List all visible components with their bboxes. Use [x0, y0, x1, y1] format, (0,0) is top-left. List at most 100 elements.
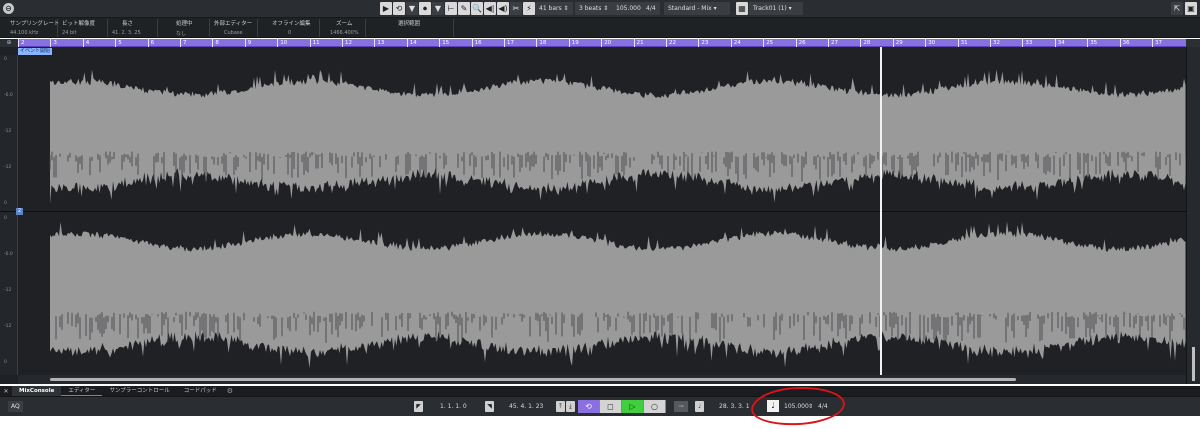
info-label: サンプリングレート — [10, 21, 60, 27]
mode-select[interactable]: Standard - Mix ▾ — [664, 2, 730, 15]
ruler-bar-2: 2 — [18, 39, 25, 47]
rewind-icon[interactable]: ⤒ — [556, 401, 565, 412]
tool-dropdown-2-icon[interactable]: ▼ — [432, 2, 444, 15]
ruler-bar-22: 22 — [666, 39, 676, 47]
info-sample-rate[interactable]: サンプリングレート 44.100 kHz — [6, 19, 60, 37]
signature-value[interactable]: 4/4 — [818, 401, 828, 412]
forward-icon[interactable]: ⤓ — [566, 401, 575, 412]
transport-bar: AQ ◤ 1. 1. 1. 0 ◥ 45. 4. 1. 23 ⤒ ⤓ ⟲ ◻ ▷… — [0, 396, 1200, 416]
ruler-end — [1186, 39, 1200, 47]
ruler-bar-28: 28 — [860, 39, 870, 47]
length-field[interactable]: 41 bars ⇕ — [535, 2, 573, 15]
project-toolbar: ⊖ ▶ ⟲ ▼ ⏺ ▼ ⊢ ✎ 🔍 ◀| ◀) ✂ ⚡ ♩ 41 bars ⇕ … — [0, 0, 1200, 18]
right-locator-value[interactable]: 45. 4. 1. 23 — [509, 401, 543, 412]
ruler-bar-21: 21 — [633, 39, 644, 47]
length-value: 41 bars — [539, 5, 562, 12]
horizontal-scrollbar[interactable] — [18, 375, 1186, 384]
info-selection[interactable]: 選択範囲 — [366, 19, 454, 37]
playback-cursor[interactable] — [880, 47, 882, 375]
info-length[interactable]: 長さ 41. 2. 3. 25 — [108, 19, 158, 37]
track-select[interactable]: Track01 (1) ▾ — [749, 2, 803, 15]
gear-icon[interactable]: ⚙ — [224, 387, 233, 395]
scale-label: 0 — [4, 57, 7, 62]
app-logo-icon[interactable]: ⊖ — [3, 3, 14, 14]
tempo-value[interactable]: 105.000 — [784, 401, 809, 412]
beats-value: 3 beats — [579, 5, 602, 12]
info-zoom[interactable]: ズーム 1466.400% — [320, 19, 366, 37]
pointer-tool-icon[interactable]: ⏺ — [419, 2, 431, 15]
left-locator-flag-icon[interactable]: ◤ — [414, 401, 423, 412]
ruler-add-icon[interactable]: ⊕ — [0, 39, 18, 47]
info-offline-edit[interactable]: オフライン編集 0 — [258, 19, 320, 37]
audio-quantize-button[interactable]: AQ — [8, 401, 23, 412]
tab-chord-pads[interactable]: コードパッド — [177, 386, 224, 396]
right-locator-flag-icon[interactable]: ◥ — [485, 401, 494, 412]
position-display[interactable]: 28. 3. 3. 1 — [719, 401, 750, 412]
snap-tool-icon[interactable]: ⚡ — [523, 2, 535, 15]
signature-field[interactable]: 4/4 — [642, 2, 660, 15]
metronome-icon[interactable]: ♩ — [695, 401, 704, 412]
event-start-marker[interactable]: イベント開始 — [18, 48, 53, 55]
info-label: 外部エディター — [214, 21, 253, 27]
ruler-bar-18: 18 — [536, 39, 546, 47]
scale-label: -12 — [4, 129, 12, 134]
ruler-bar-25: 25 — [763, 39, 773, 47]
vertical-scrollbar[interactable] — [1186, 47, 1200, 384]
info-value: 1466.400% — [330, 30, 359, 36]
info-value: Cubase — [224, 30, 243, 36]
horizontal-scroll-thumb[interactable] — [50, 378, 1016, 381]
draw-tool-icon[interactable]: ⊢ — [445, 2, 457, 15]
vertical-zoom-slider[interactable] — [1192, 347, 1195, 381]
record-button[interactable]: ○ — [644, 400, 666, 413]
tab-editor[interactable]: エディター — [61, 386, 103, 396]
info-bit-depth[interactable]: ビット解像度 24 bit — [58, 19, 108, 37]
ruler-bar-6: 6 — [147, 39, 154, 47]
info-processing[interactable]: 処理中 なし — [158, 19, 210, 37]
range-tool-icon[interactable]: ⟲ — [393, 2, 405, 15]
ruler-bar-23: 23 — [698, 39, 708, 47]
scale-label: 0 — [4, 201, 7, 206]
ruler-bar-19: 19 — [568, 39, 579, 47]
stop-button[interactable]: ◻ — [600, 400, 622, 413]
lower-zone-tabs: ✕ MixConsole エディター サンプラーコントロール コードパッド ⚙ — [0, 386, 1200, 396]
window-layout-icon[interactable]: ▣ — [1185, 2, 1197, 15]
info-external-editor[interactable]: 外部エディター Cubase — [210, 19, 258, 37]
ruler-bar-5: 5 — [115, 39, 122, 47]
ruler-bar-15: 15 — [439, 39, 449, 47]
ruler-bar-31: 31 — [957, 39, 968, 47]
audio-waveform[interactable] — [18, 55, 1186, 373]
ruler-bar-8: 8 — [212, 39, 219, 47]
scale-label: 0 — [4, 216, 7, 221]
info-label: 長さ — [122, 21, 134, 27]
channel-zoom-icon[interactable]: 2 — [16, 208, 23, 215]
mute-tool-icon[interactable]: ◀| — [484, 2, 496, 15]
zoom-tool-icon[interactable]: 🔍 — [471, 2, 483, 15]
scale-label: -12 — [4, 165, 12, 170]
cycle-button[interactable]: ⟲ — [578, 400, 600, 413]
tool-buttons: ▶ ⟲ ▼ ⏺ ▼ ⊢ ✎ 🔍 ◀| ◀) ✂ ⚡ ♩ — [380, 2, 548, 15]
ruler-bar-33: 33 — [1022, 39, 1032, 47]
info-value: 24 bit — [62, 30, 77, 36]
tab-sampler-control[interactable]: サンプラーコントロール — [102, 386, 176, 396]
tempo-stepper-icon[interactable]: ⇕ — [808, 401, 813, 412]
tab-mixconsole[interactable]: MixConsole — [12, 386, 62, 396]
waveform-channel — [50, 69, 1186, 204]
maximize-icon[interactable]: ⇱ — [1171, 2, 1183, 15]
ruler-bar-13: 13 — [374, 39, 384, 47]
left-locator-value[interactable]: 1. 1. 1. 0 — [440, 401, 467, 412]
pencil-tool-icon[interactable]: ✎ — [458, 2, 470, 15]
tempo-track-icon[interactable]: ♩ — [767, 400, 779, 412]
object-select-tool-icon[interactable]: ▶ — [380, 2, 392, 15]
close-icon[interactable]: ✕ — [0, 388, 12, 395]
punch-icon[interactable]: ⊸ — [674, 401, 688, 412]
split-tool-icon[interactable]: ✂ — [510, 2, 522, 15]
ruler-bar-35: 35 — [1087, 39, 1097, 47]
ruler-bar-32: 32 — [990, 39, 1000, 47]
play-tool-icon[interactable]: ◀) — [497, 2, 509, 15]
timeline-ruler[interactable]: 2 3 4 5 6 7 8 9 10 11 12 13 14 15 16 17 18 19 20 21 22 23 24 25… — [18, 39, 1186, 47]
track-icon: ▦ — [736, 2, 748, 15]
beats-field[interactable]: 3 beats ⇕ — [575, 2, 613, 15]
play-button[interactable]: ▷ — [622, 400, 644, 413]
mode-value: Standard - Mix — [668, 5, 712, 12]
tool-dropdown-icon[interactable]: ▼ — [406, 2, 418, 15]
